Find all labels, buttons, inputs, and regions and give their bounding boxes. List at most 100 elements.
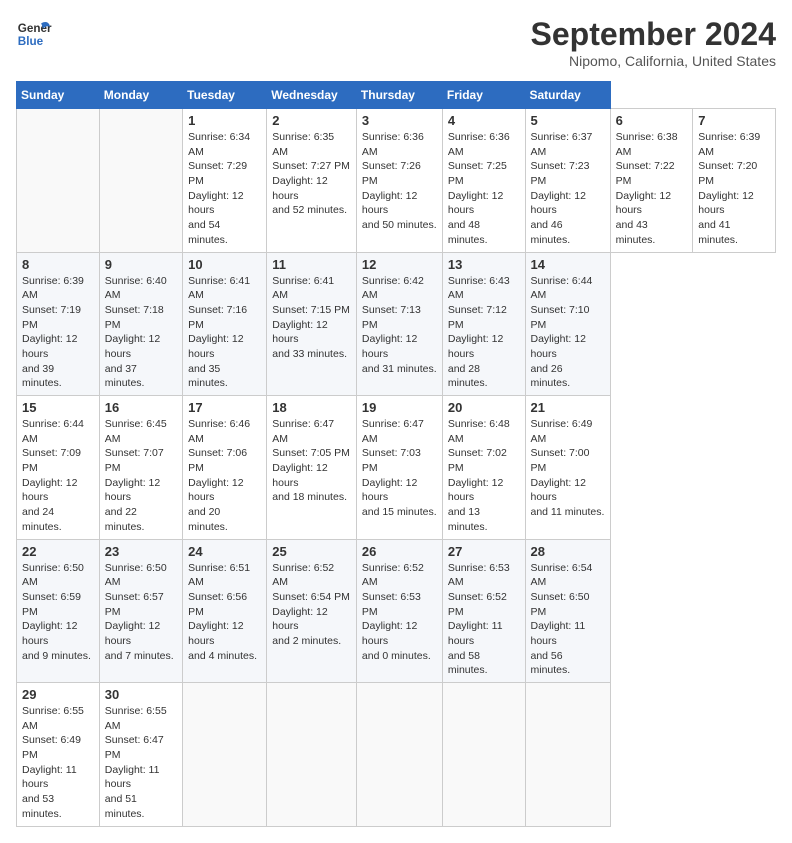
calendar-cell: 11 Sunrise: 6:41 AMSunset: 7:15 PMDaylig… xyxy=(267,252,357,396)
day-number: 26 xyxy=(362,544,437,559)
calendar-week-row: 29 Sunrise: 6:55 AMSunset: 6:49 PMDaylig… xyxy=(17,683,776,827)
calendar-cell: 7 Sunrise: 6:39 AMSunset: 7:20 PMDayligh… xyxy=(693,109,776,253)
calendar-cell: 2 Sunrise: 6:35 AMSunset: 7:27 PMDayligh… xyxy=(267,109,357,253)
month-title: September 2024 xyxy=(531,16,776,53)
day-number: 11 xyxy=(272,257,351,272)
day-number: 27 xyxy=(448,544,520,559)
day-number: 22 xyxy=(22,544,94,559)
calendar-cell xyxy=(442,683,525,827)
day-info: Sunrise: 6:49 AMSunset: 7:00 PMDaylight:… xyxy=(531,417,605,520)
day-number: 21 xyxy=(531,400,605,415)
day-info: Sunrise: 6:39 AMSunset: 7:20 PMDaylight:… xyxy=(698,130,770,248)
day-number: 18 xyxy=(272,400,351,415)
day-info: Sunrise: 6:41 AMSunset: 7:15 PMDaylight:… xyxy=(272,274,351,362)
day-number: 6 xyxy=(616,113,688,128)
calendar-table: SundayMondayTuesdayWednesdayThursdayFrid… xyxy=(16,81,776,827)
weekday-header-saturday: Saturday xyxy=(525,82,610,109)
day-info: Sunrise: 6:48 AMSunset: 7:02 PMDaylight:… xyxy=(448,417,520,535)
day-number: 14 xyxy=(531,257,605,272)
day-info: Sunrise: 6:55 AMSunset: 6:49 PMDaylight:… xyxy=(22,704,94,822)
calendar-cell: 19 Sunrise: 6:47 AMSunset: 7:03 PMDaylig… xyxy=(356,396,442,540)
day-info: Sunrise: 6:46 AMSunset: 7:06 PMDaylight:… xyxy=(188,417,261,535)
calendar-cell: 24 Sunrise: 6:51 AMSunset: 6:56 PMDaylig… xyxy=(183,539,267,683)
weekday-header-friday: Friday xyxy=(442,82,525,109)
day-info: Sunrise: 6:53 AMSunset: 6:52 PMDaylight:… xyxy=(448,561,520,679)
day-info: Sunrise: 6:37 AMSunset: 7:23 PMDaylight:… xyxy=(531,130,605,248)
calendar-cell: 13 Sunrise: 6:43 AMSunset: 7:12 PMDaylig… xyxy=(442,252,525,396)
day-number: 29 xyxy=(22,687,94,702)
calendar-cell: 26 Sunrise: 6:52 AMSunset: 6:53 PMDaylig… xyxy=(356,539,442,683)
calendar-cell: 6 Sunrise: 6:38 AMSunset: 7:22 PMDayligh… xyxy=(610,109,693,253)
calendar-cell: 30 Sunrise: 6:55 AMSunset: 6:47 PMDaylig… xyxy=(99,683,182,827)
day-number: 19 xyxy=(362,400,437,415)
day-number: 30 xyxy=(105,687,177,702)
calendar-cell: 29 Sunrise: 6:55 AMSunset: 6:49 PMDaylig… xyxy=(17,683,100,827)
calendar-cell xyxy=(525,683,610,827)
calendar-cell: 1 Sunrise: 6:34 AMSunset: 7:29 PMDayligh… xyxy=(183,109,267,253)
header: General Blue September 2024 Nipomo, Cali… xyxy=(16,16,776,69)
day-info: Sunrise: 6:40 AMSunset: 7:18 PMDaylight:… xyxy=(105,274,177,392)
day-number: 12 xyxy=(362,257,437,272)
calendar-cell: 5 Sunrise: 6:37 AMSunset: 7:23 PMDayligh… xyxy=(525,109,610,253)
calendar-cell xyxy=(183,683,267,827)
day-number: 13 xyxy=(448,257,520,272)
day-info: Sunrise: 6:44 AMSunset: 7:09 PMDaylight:… xyxy=(22,417,94,535)
day-number: 15 xyxy=(22,400,94,415)
day-number: 9 xyxy=(105,257,177,272)
logo-icon: General Blue xyxy=(16,16,52,52)
calendar-cell: 3 Sunrise: 6:36 AMSunset: 7:26 PMDayligh… xyxy=(356,109,442,253)
calendar-cell: 28 Sunrise: 6:54 AMSunset: 6:50 PMDaylig… xyxy=(525,539,610,683)
day-number: 17 xyxy=(188,400,261,415)
calendar-cell: 8 Sunrise: 6:39 AMSunset: 7:19 PMDayligh… xyxy=(17,252,100,396)
calendar-cell: 21 Sunrise: 6:49 AMSunset: 7:00 PMDaylig… xyxy=(525,396,610,540)
calendar-cell: 20 Sunrise: 6:48 AMSunset: 7:02 PMDaylig… xyxy=(442,396,525,540)
day-info: Sunrise: 6:38 AMSunset: 7:22 PMDaylight:… xyxy=(616,130,688,248)
day-number: 24 xyxy=(188,544,261,559)
day-info: Sunrise: 6:42 AMSunset: 7:13 PMDaylight:… xyxy=(362,274,437,377)
day-info: Sunrise: 6:47 AMSunset: 7:05 PMDaylight:… xyxy=(272,417,351,505)
calendar-cell xyxy=(17,109,100,253)
weekday-header-wednesday: Wednesday xyxy=(267,82,357,109)
day-info: Sunrise: 6:36 AMSunset: 7:25 PMDaylight:… xyxy=(448,130,520,248)
calendar-cell: 14 Sunrise: 6:44 AMSunset: 7:10 PMDaylig… xyxy=(525,252,610,396)
location-title: Nipomo, California, United States xyxy=(531,53,776,69)
calendar-cell: 22 Sunrise: 6:50 AMSunset: 6:59 PMDaylig… xyxy=(17,539,100,683)
calendar-cell: 16 Sunrise: 6:45 AMSunset: 7:07 PMDaylig… xyxy=(99,396,182,540)
calendar-cell: 23 Sunrise: 6:50 AMSunset: 6:57 PMDaylig… xyxy=(99,539,182,683)
day-number: 5 xyxy=(531,113,605,128)
day-number: 4 xyxy=(448,113,520,128)
calendar-cell xyxy=(356,683,442,827)
day-number: 7 xyxy=(698,113,770,128)
calendar-week-row: 15 Sunrise: 6:44 AMSunset: 7:09 PMDaylig… xyxy=(17,396,776,540)
title-block: September 2024 Nipomo, California, Unite… xyxy=(531,16,776,69)
day-info: Sunrise: 6:52 AMSunset: 6:54 PMDaylight:… xyxy=(272,561,351,649)
logo: General Blue xyxy=(16,16,52,52)
day-info: Sunrise: 6:41 AMSunset: 7:16 PMDaylight:… xyxy=(188,274,261,392)
calendar-week-row: 8 Sunrise: 6:39 AMSunset: 7:19 PMDayligh… xyxy=(17,252,776,396)
day-number: 2 xyxy=(272,113,351,128)
day-info: Sunrise: 6:47 AMSunset: 7:03 PMDaylight:… xyxy=(362,417,437,520)
calendar-cell: 9 Sunrise: 6:40 AMSunset: 7:18 PMDayligh… xyxy=(99,252,182,396)
svg-text:Blue: Blue xyxy=(18,35,44,48)
calendar-cell: 18 Sunrise: 6:47 AMSunset: 7:05 PMDaylig… xyxy=(267,396,357,540)
weekday-header-monday: Monday xyxy=(99,82,182,109)
day-number: 20 xyxy=(448,400,520,415)
day-number: 1 xyxy=(188,113,261,128)
calendar-cell: 12 Sunrise: 6:42 AMSunset: 7:13 PMDaylig… xyxy=(356,252,442,396)
day-info: Sunrise: 6:44 AMSunset: 7:10 PMDaylight:… xyxy=(531,274,605,392)
calendar-cell: 17 Sunrise: 6:46 AMSunset: 7:06 PMDaylig… xyxy=(183,396,267,540)
day-info: Sunrise: 6:35 AMSunset: 7:27 PMDaylight:… xyxy=(272,130,351,218)
weekday-header-row: SundayMondayTuesdayWednesdayThursdayFrid… xyxy=(17,82,776,109)
day-number: 25 xyxy=(272,544,351,559)
weekday-header-thursday: Thursday xyxy=(356,82,442,109)
day-info: Sunrise: 6:45 AMSunset: 7:07 PMDaylight:… xyxy=(105,417,177,535)
day-info: Sunrise: 6:34 AMSunset: 7:29 PMDaylight:… xyxy=(188,130,261,248)
calendar-cell: 4 Sunrise: 6:36 AMSunset: 7:25 PMDayligh… xyxy=(442,109,525,253)
calendar-week-row: 1 Sunrise: 6:34 AMSunset: 7:29 PMDayligh… xyxy=(17,109,776,253)
calendar-cell xyxy=(267,683,357,827)
calendar-cell: 27 Sunrise: 6:53 AMSunset: 6:52 PMDaylig… xyxy=(442,539,525,683)
day-info: Sunrise: 6:55 AMSunset: 6:47 PMDaylight:… xyxy=(105,704,177,822)
weekday-header-tuesday: Tuesday xyxy=(183,82,267,109)
calendar-cell xyxy=(99,109,182,253)
day-number: 3 xyxy=(362,113,437,128)
